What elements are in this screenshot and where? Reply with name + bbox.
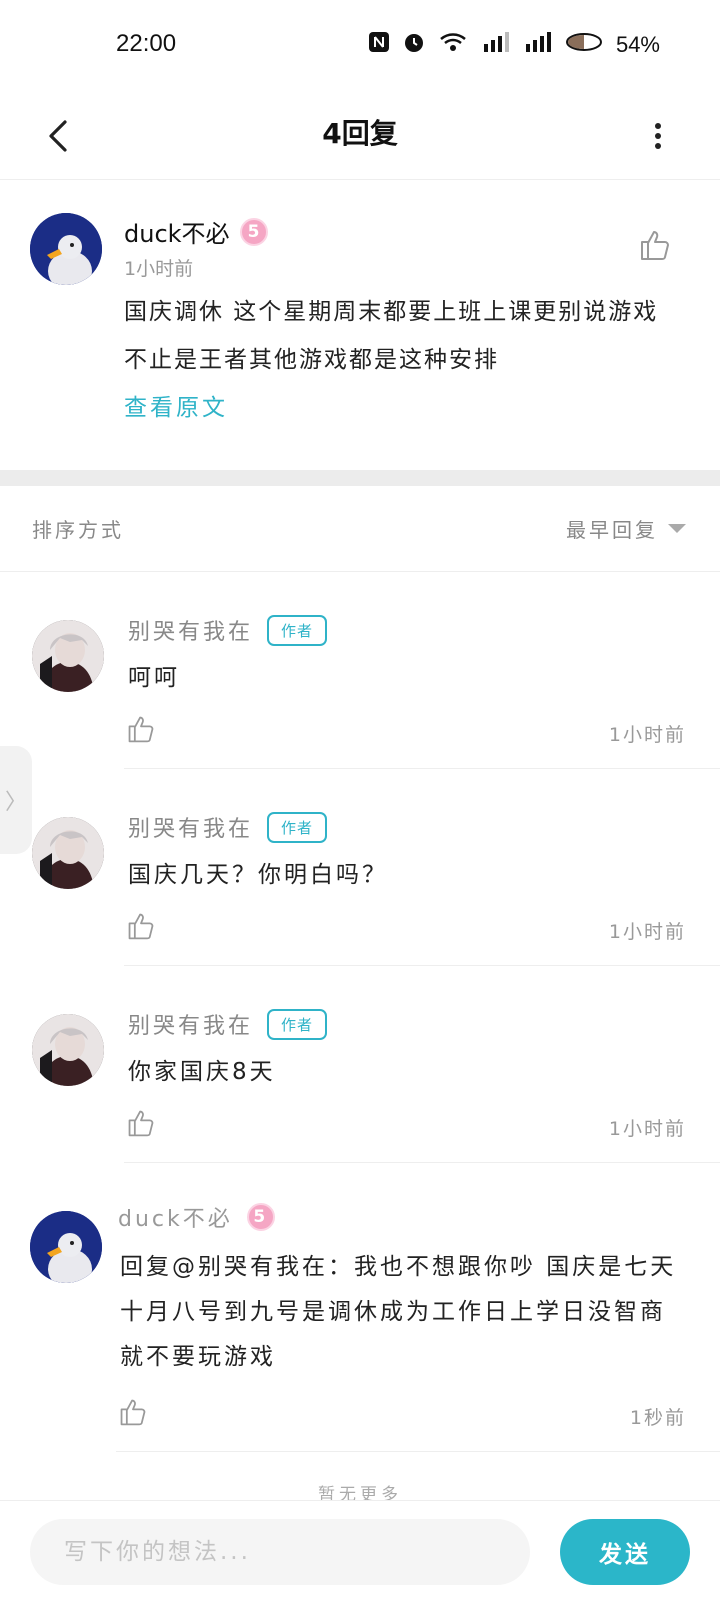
status-time: 22:00 bbox=[116, 30, 177, 57]
reply-username[interactable]: duck不必 5 bbox=[118, 1201, 275, 1233]
user-avatar-icon bbox=[32, 620, 104, 692]
app-header: 4回复 bbox=[0, 92, 720, 180]
status-icons: 54% bbox=[368, 30, 660, 59]
hd-signal-icon bbox=[480, 30, 510, 59]
thumbs-up-icon bbox=[120, 1399, 146, 1426]
like-button[interactable] bbox=[638, 228, 672, 262]
author-badge: 作者 bbox=[267, 1008, 328, 1040]
root-username[interactable]: duck不必 5 bbox=[124, 214, 268, 249]
reply-timestamp: 1小时前 bbox=[608, 921, 686, 943]
avatar[interactable] bbox=[32, 620, 104, 692]
page-title: 4回复 bbox=[322, 117, 398, 150]
root-timestamp: 1小时前 bbox=[124, 258, 194, 280]
sort-row: 排序方式 最早回复 bbox=[0, 486, 720, 572]
root-comment-text: 国庆调休 这个星期周末都要上班上课更别说游戏 不止是王者其他游戏都是这种安排 bbox=[124, 299, 659, 373]
section-divider bbox=[0, 470, 720, 486]
nfc-icon bbox=[368, 31, 390, 58]
like-button[interactable] bbox=[126, 911, 156, 941]
4g-signal-icon bbox=[522, 30, 552, 59]
like-button[interactable] bbox=[126, 714, 156, 744]
duck-avatar-icon bbox=[30, 1211, 102, 1283]
level-badge: 5 bbox=[246, 1203, 275, 1231]
reply-text: 回复@别哭有我在：我也不想跟你吵 国庆是七天 十月八号到九号是调休成为工作日上学… bbox=[120, 1254, 677, 1370]
author-badge: 作者 bbox=[267, 614, 328, 646]
reply-text: 呵呵 bbox=[128, 665, 180, 691]
username-text: 别哭有我在 bbox=[128, 817, 254, 842]
author-badge: 作者 bbox=[267, 811, 328, 843]
more-vertical-icon bbox=[655, 123, 661, 149]
avatar[interactable] bbox=[30, 213, 102, 285]
view-original-link[interactable]: 查看原文 bbox=[124, 388, 228, 422]
thumbs-up-icon bbox=[128, 913, 154, 940]
sort-label: 排序方式 bbox=[32, 518, 124, 542]
thumbs-up-icon bbox=[128, 716, 154, 743]
avatar[interactable] bbox=[32, 817, 104, 889]
reply-timestamp: 1小时前 bbox=[608, 724, 686, 746]
user-avatar-icon bbox=[32, 817, 104, 889]
username-text: duck不必 bbox=[124, 220, 230, 248]
alarm-icon bbox=[402, 30, 426, 59]
wifi-icon bbox=[438, 30, 468, 59]
reply-text: 你家国庆8天 bbox=[128, 1059, 276, 1085]
status-bar: 22:00 54% bbox=[0, 0, 720, 92]
caret-down-icon bbox=[668, 524, 686, 533]
username-text: 别哭有我在 bbox=[128, 620, 254, 645]
reply-item: 别哭有我在 作者 呵呵 1小时前 bbox=[0, 572, 720, 770]
more-options-button[interactable] bbox=[638, 106, 678, 166]
root-comment: duck不必 5 1小时前 国庆调休 这个星期周末都要上班上课更别说游戏 不止是… bbox=[0, 180, 720, 470]
user-avatar-icon bbox=[32, 1014, 104, 1086]
like-button[interactable] bbox=[118, 1397, 148, 1427]
comment-bar: 发送 bbox=[0, 1500, 720, 1600]
sort-selected-value: 最早回复 bbox=[566, 518, 658, 542]
reply-username[interactable]: 别哭有我在 作者 bbox=[128, 614, 328, 646]
reply-text: 国庆几天？你明白吗？ bbox=[128, 862, 388, 888]
avatar[interactable] bbox=[30, 1211, 102, 1283]
duck-avatar-icon bbox=[30, 213, 102, 285]
battery-icon bbox=[564, 31, 604, 58]
reply-item: duck不必 5 回复@别哭有我在：我也不想跟你吵 国庆是七天 十月八号到九号是… bbox=[0, 1163, 720, 1453]
username-text: duck不必 bbox=[118, 1207, 233, 1232]
reply-item: 别哭有我在 作者 国庆几天？你明白吗？ 1小时前 bbox=[0, 769, 720, 967]
reply-timestamp: 1秒前 bbox=[629, 1407, 686, 1429]
username-text: 别哭有我在 bbox=[128, 1014, 254, 1039]
comment-input[interactable] bbox=[30, 1519, 530, 1585]
thumbs-up-icon bbox=[641, 231, 669, 260]
battery-percent: 54% bbox=[615, 31, 660, 57]
sort-dropdown[interactable]: 最早回复 bbox=[566, 514, 686, 543]
reply-username[interactable]: 别哭有我在 作者 bbox=[128, 1008, 328, 1040]
thumbs-up-icon bbox=[128, 1110, 154, 1137]
reply-item: 别哭有我在 作者 你家国庆8天 1小时前 bbox=[0, 966, 720, 1164]
send-button[interactable]: 发送 bbox=[560, 1519, 690, 1585]
avatar[interactable] bbox=[32, 1014, 104, 1086]
divider bbox=[116, 1451, 720, 1452]
reply-timestamp: 1小时前 bbox=[608, 1118, 686, 1140]
like-button[interactable] bbox=[126, 1108, 156, 1138]
level-badge: 5 bbox=[239, 217, 268, 246]
reply-username[interactable]: 别哭有我在 作者 bbox=[128, 811, 328, 843]
